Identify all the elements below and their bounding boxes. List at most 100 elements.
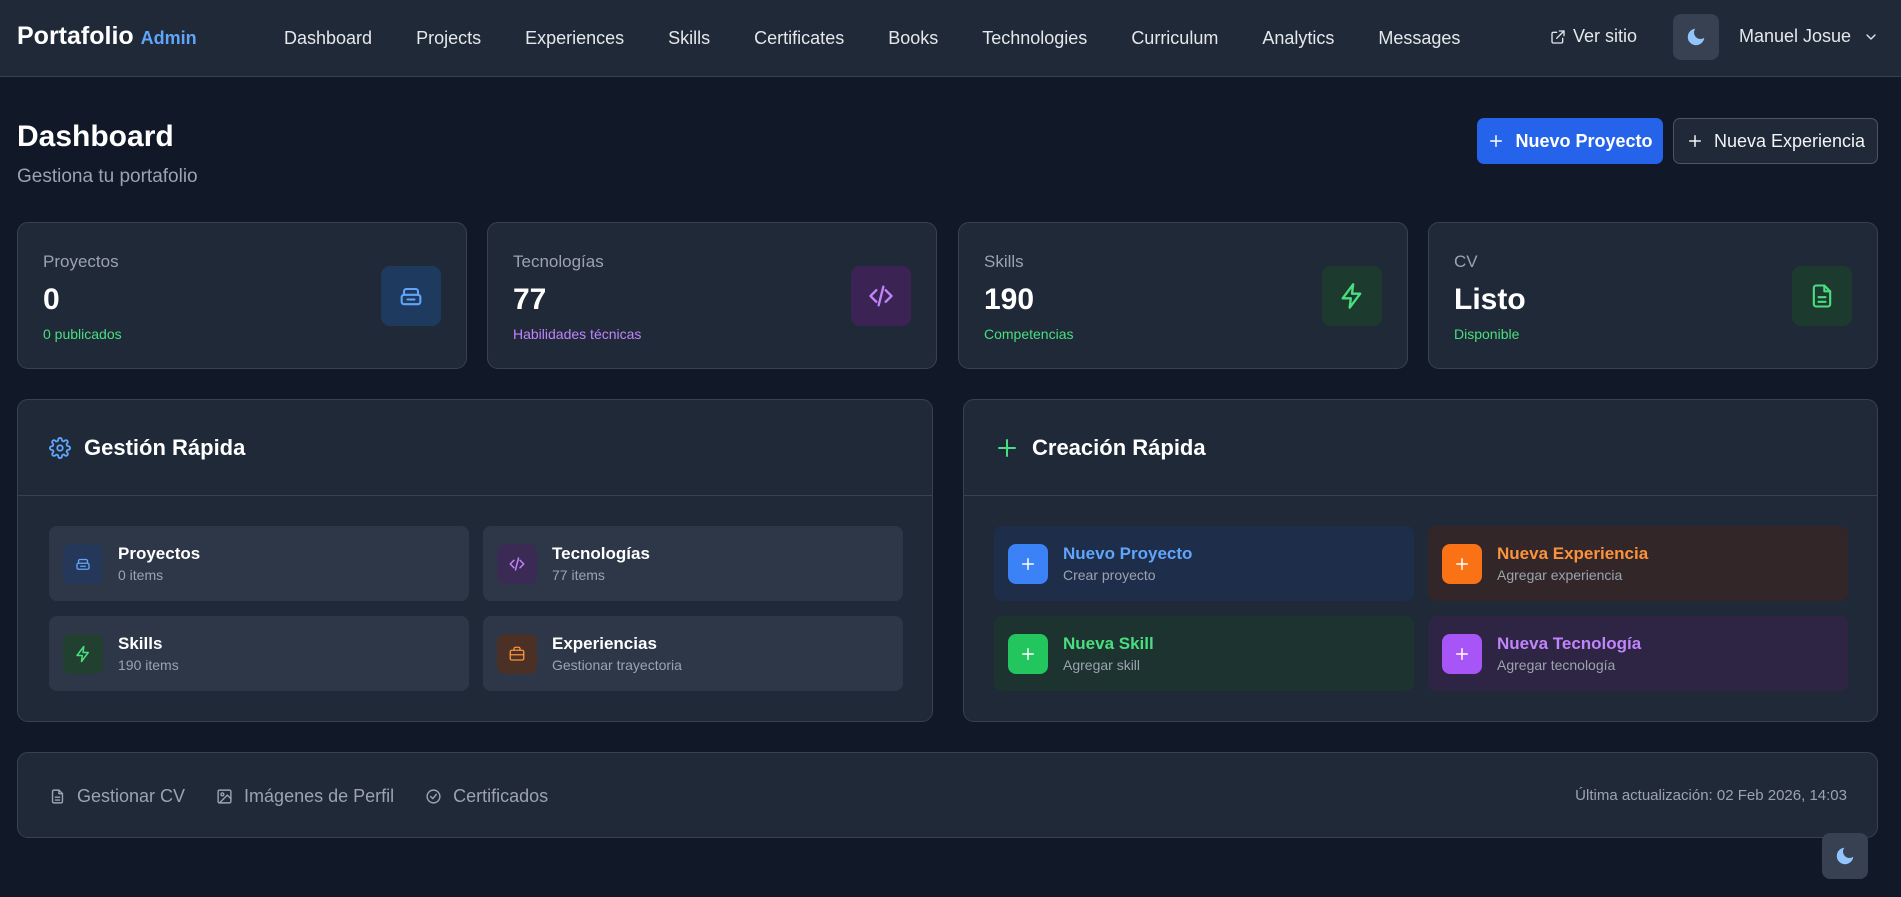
stat-label: CV [1454,252,1478,271]
create-project-item[interactable]: Nuevo Proyecto Crear proyecto [994,526,1414,601]
nav-link-technologies[interactable]: Technologies [960,28,1109,49]
code-icon [851,266,911,326]
panel-title: Creación Rápida [1032,434,1206,460]
nav-link-books[interactable]: Books [866,28,960,49]
footer-links: Gestionar CV Imágenes de Perfil Certific… [49,753,548,839]
page-title: Dashboard [17,120,174,153]
view-site-link[interactable]: Ver sitio [1550,26,1637,47]
profile-images-label: Imágenes de Perfil [244,785,395,806]
user-menu[interactable]: Manuel Josue [1739,26,1879,47]
manage-skills-item[interactable]: Skills 190 items [49,616,469,691]
nav-link-curriculum[interactable]: Curriculum [1109,28,1240,49]
profile-images-link[interactable]: Imágenes de Perfil [216,786,394,807]
nav-link-experiences[interactable]: Experiences [503,28,646,49]
manage-cv-label: Gestionar CV [77,785,186,806]
item-title: Nueva Skill [1063,634,1154,653]
stat-card-technologies: Tecnologías 77 Habilidades técnicas [487,222,937,369]
stat-value: Listo [1454,283,1526,316]
footer-bar: Gestionar CV Imágenes de Perfil Certific… [17,752,1878,838]
stat-card-projects: Proyectos 0 0 publicados [17,222,467,369]
item-title: Nuevo Proyecto [1063,544,1193,563]
stat-value: 77 [513,283,547,316]
box-icon [63,543,103,584]
item-sub: 190 items [118,657,179,673]
item-title: Skills [118,634,163,653]
nav-link-analytics[interactable]: Analytics [1240,28,1356,49]
new-project-button[interactable]: Nuevo Proyecto [1477,118,1663,164]
document-icon [49,788,66,805]
nav-link-projects[interactable]: Projects [394,28,503,49]
create-technology-item[interactable]: Nueva Tecnología Agregar tecnología [1428,616,1848,691]
item-title: Nueva Tecnología [1497,634,1642,653]
item-sub: Agregar skill [1063,657,1141,673]
stat-value: 190 [984,283,1035,316]
item-title: Tecnologías [552,544,650,563]
stat-label: Tecnologías [513,252,604,271]
stat-label: Proyectos [43,252,119,271]
view-site-label: Ver sitio [1573,26,1638,46]
item-sub: 0 items [118,567,164,583]
plus-icon [1008,633,1048,674]
item-title: Proyectos [118,544,201,563]
user-name: Manuel Josue [1739,26,1852,46]
image-icon [216,788,233,805]
certificates-link[interactable]: Certificados [425,786,548,807]
stat-sub: 0 publicados [43,326,122,342]
item-sub: Crear proyecto [1063,567,1156,583]
item-sub: 77 items [552,567,605,583]
stat-sub: Competencias [984,326,1074,342]
nav-link-skills[interactable]: Skills [646,28,732,49]
brand-name: Portafolio [17,22,134,50]
plus-icon [1442,543,1482,584]
certificates-label: Certificados [453,785,549,806]
page-subtitle: Gestiona tu portafolio [17,166,198,187]
item-sub: Agregar tecnología [1497,657,1616,673]
create-experience-item[interactable]: Nueva Experiencia Agregar experiencia [1428,526,1848,601]
item-sub: Gestionar trayectoria [552,657,682,673]
manage-cv-link[interactable]: Gestionar CV [49,786,185,807]
brand-badge: Admin [140,28,197,48]
plus-icon [995,436,1019,460]
nav-link-messages[interactable]: Messages [1356,28,1482,49]
theme-toggle-button[interactable] [1673,14,1719,60]
last-updated: Última actualización: 02 Feb 2026, 14:03 [1575,787,1847,804]
manage-technologies-item[interactable]: Tecnologías 77 items [483,526,903,601]
item-title: Experiencias [552,634,657,653]
moon-icon [1685,26,1707,48]
panel-header: Creación Rápida [964,400,1877,496]
new-experience-button[interactable]: Nueva Experiencia [1673,118,1878,164]
gear-icon [49,436,71,459]
new-experience-label: Nueva Experiencia [1713,130,1866,151]
nav-link-certificates[interactable]: Certificates [732,28,866,49]
panel-title: Gestión Rápida [84,434,246,460]
nav-link-dashboard[interactable]: Dashboard [262,28,394,49]
top-navigation: Portafolio Admin Dashboard Projects Expe… [0,0,1901,77]
panel-header: Gestión Rápida [18,400,932,496]
manage-projects-item[interactable]: Proyectos 0 items [49,526,469,601]
plus-icon [1487,132,1505,150]
stat-value: 0 [43,283,60,316]
box-icon [381,266,441,326]
stat-card-skills: Skills 190 Competencias [958,222,1408,369]
stat-sub: Disponible [1454,326,1520,342]
stat-sub: Habilidades técnicas [513,326,642,342]
stat-label: Skills [984,252,1024,271]
external-link-icon [1550,29,1566,45]
check-circle-icon [425,788,442,805]
plus-icon [1008,543,1048,584]
lightning-icon [1322,266,1382,326]
briefcase-icon [497,633,537,674]
lightning-icon [63,633,103,674]
floating-theme-toggle[interactable] [1822,833,1868,879]
moon-icon [1834,845,1856,867]
code-icon [497,543,537,584]
manage-experiences-item[interactable]: Experiencias Gestionar trayectoria [483,616,903,691]
document-icon [1792,266,1852,326]
new-project-label: Nuevo Proyecto [1515,130,1653,151]
create-skill-item[interactable]: Nueva Skill Agregar skill [994,616,1414,691]
brand-logo[interactable]: Portafolio Admin [17,22,197,51]
main-nav: Dashboard Projects Experiences Skills Ce… [262,0,1482,77]
quick-create-panel: Creación Rápida Nuevo Proyecto Crear pro… [963,399,1878,722]
item-title: Nueva Experiencia [1497,544,1649,563]
plus-icon [1442,633,1482,674]
